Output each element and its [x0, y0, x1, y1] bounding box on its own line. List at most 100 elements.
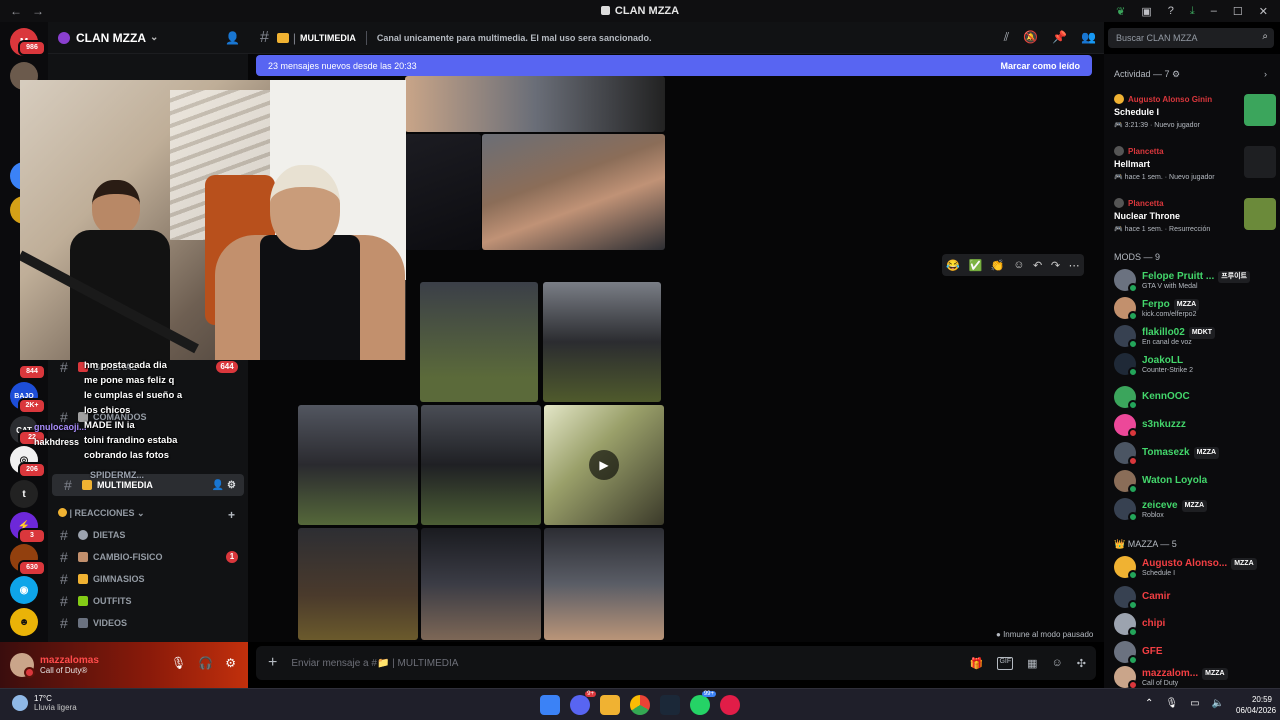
- media-image[interactable]: [298, 528, 418, 640]
- media-image[interactable]: [421, 405, 541, 525]
- member-row[interactable]: Felope Pruitt ... 프루이트 GTA V with Medal: [1114, 267, 1274, 293]
- threads-icon[interactable]: ⫽: [1004, 30, 1009, 45]
- mute-bell-icon[interactable]: 🔕: [1023, 30, 1038, 45]
- microphone-icon[interactable]: 🎙: [171, 656, 186, 670]
- activity-item[interactable]: Plancetta Hellmart 🎮 hace 1 sem. · Nuevo…: [1114, 146, 1276, 181]
- member-row[interactable]: Camir: [1114, 584, 1274, 610]
- channel-multimedia[interactable]: # MULTIMEDIA 👤 ⚙: [52, 474, 244, 496]
- help-icon[interactable]: ?: [1168, 5, 1174, 17]
- channel-gimnasios[interactable]: # GIMNASIOS: [48, 568, 248, 590]
- media-image[interactable]: [482, 134, 665, 250]
- weather-rain-icon: [12, 695, 28, 711]
- add-channel-icon[interactable]: +: [228, 508, 235, 522]
- member-status: Call of Duty: [1142, 679, 1179, 687]
- settings-gear-icon[interactable]: ⚙: [225, 656, 236, 670]
- new-messages-bar[interactable]: 23 mensajes nuevos desde las 20:33 Marca…: [256, 55, 1092, 76]
- member-row[interactable]: GFE: [1114, 639, 1274, 665]
- pin-icon[interactable]: 📌: [1052, 30, 1067, 45]
- play-icon[interactable]: ▶: [589, 450, 619, 480]
- windows-start-icon[interactable]: [540, 695, 560, 715]
- gift-icon[interactable]: 🎁: [970, 657, 984, 670]
- media-image[interactable]: [544, 528, 664, 640]
- media-image[interactable]: [543, 282, 661, 402]
- server-icon-t[interactable]: t: [10, 480, 38, 508]
- member-row[interactable]: Augusto Alonso... MZZA Schedule I: [1114, 554, 1274, 580]
- forward-icon[interactable]: ↷: [1051, 259, 1060, 272]
- gif-button[interactable]: GIF: [997, 656, 1014, 670]
- download-icon[interactable]: ⤓: [1190, 5, 1195, 18]
- member-row[interactable]: mazzalom... MZZA Call of Duty: [1114, 664, 1274, 690]
- discord-icon[interactable]: 9+: [570, 691, 596, 715]
- emoji-clap-icon[interactable]: 👏: [991, 259, 1005, 272]
- chrome-icon[interactable]: [630, 695, 650, 715]
- media-image[interactable]: [405, 134, 481, 250]
- close-icon[interactable]: ✕: [1259, 5, 1268, 18]
- members-icon[interactable]: 👥: [1081, 30, 1096, 45]
- member-tag: 프루이트: [1218, 270, 1250, 283]
- search-input[interactable]: Buscar CLAN MZZA ⌕: [1108, 28, 1274, 48]
- add-member-icon[interactable]: 👤: [225, 31, 240, 45]
- volume-icon[interactable]: 🔈: [1212, 698, 1224, 709]
- steam-icon[interactable]: [660, 695, 680, 715]
- add-reaction-icon[interactable]: ☺: [1013, 259, 1024, 271]
- member-row[interactable]: zeiceve MZZA Roblox: [1114, 496, 1274, 522]
- minimize-icon[interactable]: –: [1211, 5, 1217, 17]
- back-arrow-icon[interactable]: ←: [10, 4, 22, 18]
- media-image[interactable]: [421, 528, 541, 640]
- headphones-icon[interactable]: 🎧: [198, 656, 213, 670]
- server-icon[interactable]: ☻: [10, 608, 38, 636]
- server-icon[interactable]: ◉: [10, 576, 38, 604]
- microphone-icon[interactable]: 🎙: [1165, 698, 1178, 709]
- member-row[interactable]: Waton Loyola: [1114, 468, 1274, 494]
- member-row[interactable]: chipi: [1114, 611, 1274, 637]
- chevron-up-icon[interactable]: ⌃: [1145, 698, 1153, 709]
- weather-widget[interactable]: 17°C Lluvia ligera: [12, 694, 77, 712]
- channel-dietas[interactable]: # DIETAS: [48, 524, 248, 546]
- apps-icon[interactable]: ✣: [1077, 657, 1086, 670]
- member-row[interactable]: Tomasezk MZZA: [1114, 440, 1274, 466]
- whatsapp-icon[interactable]: 99+: [690, 691, 716, 715]
- media-video[interactable]: ▶: [544, 405, 664, 525]
- maximize-icon[interactable]: ☐: [1233, 5, 1243, 18]
- channel-topic[interactable]: Canal unicamente para multimedia. El mal…: [377, 33, 652, 43]
- member-row[interactable]: Ferpo MZZA kick.com/elferpo2: [1114, 295, 1274, 321]
- activity-item[interactable]: Augusto Alonso Ginin Schedule I 🎮 3:21:3…: [1114, 94, 1276, 129]
- media-image[interactable]: [420, 282, 538, 402]
- member-row[interactable]: s3nkuzzz: [1114, 412, 1274, 438]
- channel-settings-icon[interactable]: 👤 ⚙: [212, 480, 236, 491]
- attach-plus-icon[interactable]: +: [268, 654, 277, 672]
- member-row[interactable]: KennOOC: [1114, 384, 1274, 410]
- mark-as-read-button[interactable]: Marcar como leído: [1000, 61, 1080, 71]
- channel-label: GIMNASIOS: [93, 574, 145, 584]
- monitor-icon[interactable]: ▭: [1190, 698, 1199, 709]
- avatar[interactable]: [10, 653, 35, 678]
- category-reacciones[interactable]: | REACCIONES ⌄ +: [58, 508, 235, 522]
- file-explorer-icon[interactable]: [600, 695, 620, 715]
- member-row[interactable]: JoakoLL Counter-Strike 2: [1114, 351, 1274, 377]
- inbox-icon[interactable]: ▣: [1141, 5, 1151, 18]
- server-header[interactable]: CLAN MZZA ⌄ 👤: [48, 22, 248, 54]
- channel-outfits[interactable]: # OUTFITS: [48, 590, 248, 612]
- activity-item[interactable]: Plancetta Nuclear Throne 🎮 hace 1 sem. ·…: [1114, 198, 1276, 233]
- channel-videos[interactable]: # VIDEOS: [48, 612, 248, 634]
- forward-arrow-icon[interactable]: →: [32, 4, 44, 18]
- channel-cambio-fisico[interactable]: # CAMBIO-FISICO 1: [48, 546, 248, 568]
- message-input[interactable]: Enviar mensaje a #📁 | MULTIMEDIA: [291, 658, 458, 669]
- media-image[interactable]: [405, 76, 665, 132]
- activity-header[interactable]: Actividad — 7 ⚙ ›: [1114, 69, 1267, 80]
- emoji-icon[interactable]: ☺: [1052, 657, 1063, 670]
- reply-icon[interactable]: ↶: [1033, 259, 1042, 272]
- app-icon[interactable]: [720, 695, 740, 715]
- media-image[interactable]: [298, 405, 418, 525]
- clock[interactable]: 20:59 06/04/2026: [1236, 694, 1276, 716]
- message-composer[interactable]: + Enviar mensaje a #📁 | MULTIMEDIA 🎁 GIF…: [256, 646, 1096, 680]
- member-name: flakillo02: [1142, 326, 1185, 338]
- member-row[interactable]: flakillo02 MDKT En canal de voz: [1114, 323, 1274, 349]
- chevron-right-icon[interactable]: ›: [1264, 69, 1267, 79]
- search-icon: ⌕: [1262, 31, 1268, 42]
- emoji-check-icon[interactable]: ✅: [969, 259, 983, 272]
- nitro-leaf-icon[interactable]: ❦: [1116, 5, 1125, 18]
- sticker-icon[interactable]: ▦: [1027, 657, 1037, 670]
- more-icon[interactable]: ⋯: [1069, 259, 1080, 272]
- emoji-laugh-icon[interactable]: 😂: [946, 259, 960, 272]
